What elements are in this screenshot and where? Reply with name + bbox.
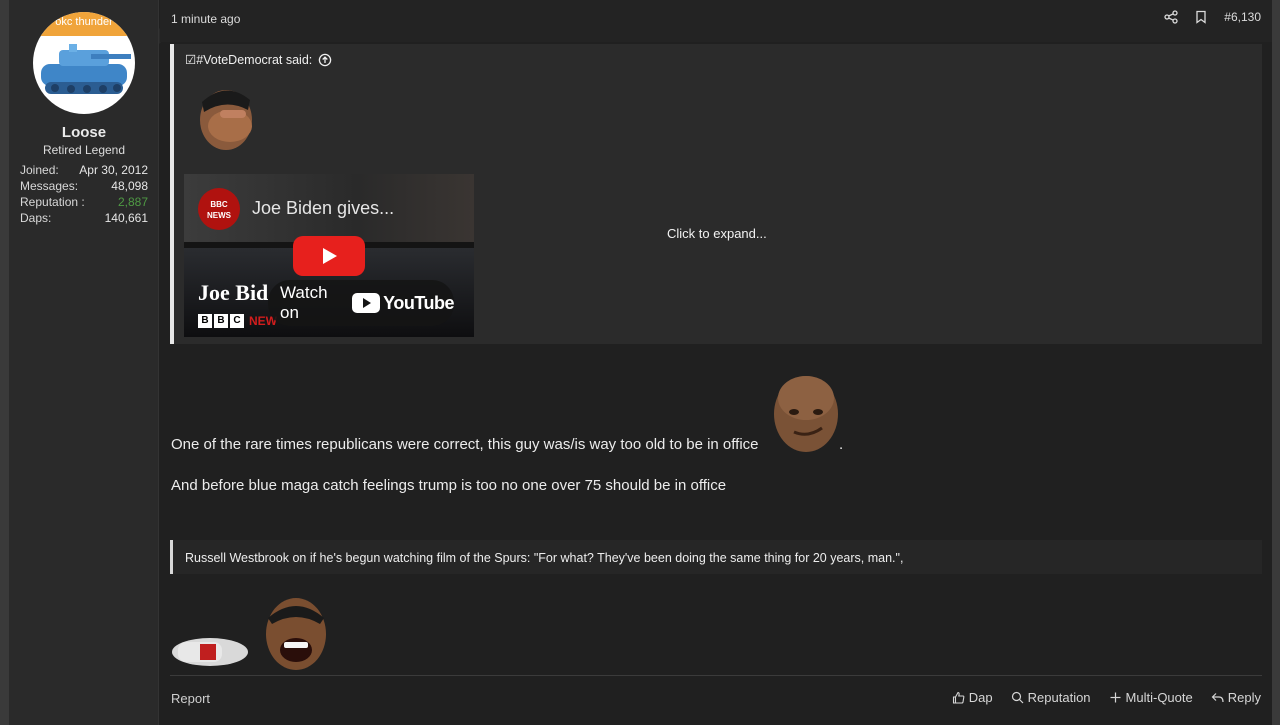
video-channel-badge[interactable]: BBC NEWS (198, 188, 240, 230)
post-number[interactable]: #6,130 (1224, 10, 1261, 24)
bbc-letter: B (198, 314, 212, 328)
video-bbc-logo: B B C NEW (198, 314, 277, 328)
report-link[interactable]: Report (171, 691, 210, 706)
reply-icon (1211, 693, 1224, 703)
avatar[interactable]: okc thunder (33, 12, 135, 114)
post-body-line: And before blue maga catch feelings trum… (171, 477, 727, 494)
signature-image (172, 598, 326, 670)
post-header-actions: #6,130 (1164, 10, 1261, 24)
video-title[interactable]: Joe Biden gives... (252, 198, 394, 219)
stat-daps: Daps: 140,661 (20, 210, 148, 226)
reputation-button[interactable]: Reputation (1011, 690, 1091, 705)
multi-quote-label: Multi-Quote (1125, 690, 1193, 705)
watch-on-label: Watch on (280, 283, 328, 322)
quote-author[interactable]: ☑#VoteDemocrat said: (185, 52, 312, 67)
stat-label: Messages: (20, 179, 79, 193)
reply-label: Reply (1227, 690, 1261, 705)
video-top-bar: BBC NEWS Joe Biden gives... (184, 174, 474, 242)
stat-value: 140,661 (104, 211, 148, 225)
arrow-up-circle-icon[interactable] (318, 53, 332, 67)
stat-value[interactable]: 48,098 (111, 178, 148, 194)
bookmark-icon[interactable] (1194, 10, 1208, 24)
facepalm-emoji (200, 90, 252, 150)
post-text: One of the rare times republicans were c… (171, 436, 759, 453)
stat-label: Joined: (20, 163, 59, 177)
window-edge-left (0, 0, 9, 725)
signature-quote: Russell Westbrook on if he's begun watch… (170, 540, 1262, 574)
stat-label: Daps: (20, 211, 52, 225)
dap-button[interactable]: Dap (952, 690, 993, 705)
user-stats: Joined: Apr 30, 2012 Messages: 48,098 Re… (20, 162, 148, 226)
click-to-expand-link[interactable]: Click to expand... (667, 226, 767, 241)
plus-icon (1110, 692, 1121, 703)
video-overlay-title: Joe Bid (198, 280, 269, 305)
thumbs-up-icon (952, 691, 965, 704)
user-title: Retired Legend (42, 143, 126, 157)
stat-reputation: Reputation : 2,887 (20, 194, 148, 210)
stat-label: Reputation : (20, 195, 85, 209)
post-footer-actions: Dap Reputation Multi-Quote Reply (952, 690, 1261, 705)
post-header (160, 0, 1272, 42)
search-icon (1011, 691, 1024, 704)
avatar-banner: okc thunder (33, 12, 135, 36)
bbc-letter: B (214, 314, 228, 328)
post-body-line: One of the rare times republicans were c… (171, 436, 843, 453)
bbc-letter: C (230, 314, 244, 328)
post-timestamp[interactable]: 1 minute ago (171, 12, 240, 26)
window-edge-right (1272, 0, 1280, 725)
dap-label: Dap (968, 690, 993, 705)
reply-button[interactable]: Reply (1211, 690, 1261, 705)
reputation-label: Reputation (1027, 690, 1091, 705)
footer-divider (170, 675, 1262, 676)
stat-value: 2,887 (117, 195, 148, 209)
play-button[interactable] (293, 236, 365, 276)
youtube-logo: YouTube (352, 293, 454, 314)
avatar-banner-text: okc thunder (55, 16, 113, 28)
youtube-play-icon (352, 293, 381, 313)
signature-text: Russell Westbrook on if he's begun watch… (185, 551, 904, 565)
watch-on-youtube-button[interactable]: Watch on YouTube (268, 280, 454, 326)
username[interactable]: Loose (9, 124, 159, 141)
quote-attribution[interactable]: ☑#VoteDemocrat said: (185, 52, 332, 67)
youtube-embed[interactable]: BBC NEWS Joe Biden gives... Joe Bid B B … (184, 174, 474, 337)
quote-block: ☑#VoteDemocrat said: BBC NEWS Joe Biden … (170, 44, 1262, 344)
user-sidebar: okc thunder Loose Retired Legend Joined:… (9, 0, 167, 725)
share-icon[interactable] (1164, 10, 1178, 24)
multi-quote-button[interactable]: Multi-Quote (1109, 690, 1193, 705)
smirk-face-emoji (774, 376, 838, 452)
stat-messages: Messages: 48,098 (20, 178, 148, 194)
youtube-wordmark: YouTube (383, 292, 454, 313)
stat-value: Apr 30, 2012 (79, 163, 148, 177)
stat-joined: Joined: Apr 30, 2012 (20, 162, 148, 178)
